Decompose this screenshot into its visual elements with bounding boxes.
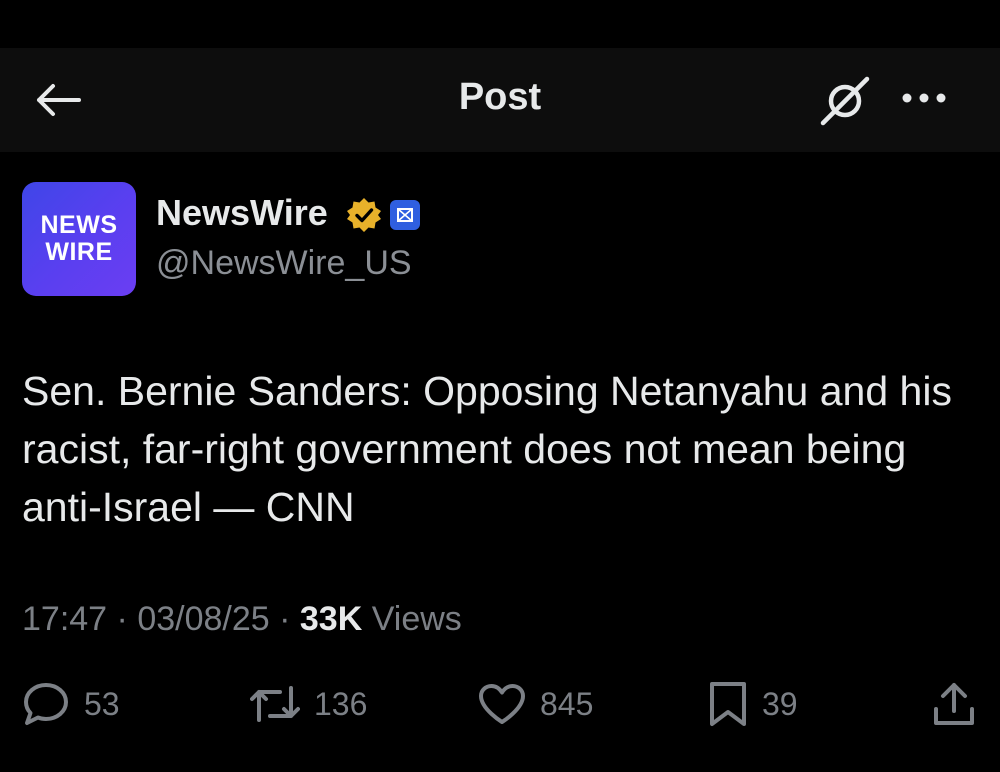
reply-icon (24, 683, 68, 725)
meta-separator: · (107, 600, 138, 638)
views-count: 33K (299, 600, 363, 638)
share-icon (934, 683, 974, 725)
more-options-button[interactable] (896, 78, 952, 118)
post-date[interactable]: 03/08/25 (137, 600, 269, 638)
post-time[interactable]: 17:47 (22, 600, 107, 638)
grok-icon (820, 76, 870, 126)
avatar-logo-line-2: WIRE (45, 238, 113, 266)
repost-button[interactable]: 136 (250, 680, 367, 728)
meta-separator: · (269, 600, 300, 638)
like-button[interactable]: 845 (478, 680, 593, 728)
reply-button[interactable]: 53 (22, 680, 120, 728)
heart-icon (479, 684, 525, 724)
repost-count: 136 (314, 685, 368, 722)
author-handle[interactable]: @NewsWire_US (156, 244, 412, 283)
post-page: Post NEWS WIRE NewsWire @NewsWire_US Sen… (0, 0, 1000, 772)
bookmark-icon (710, 682, 746, 726)
share-button[interactable] (932, 680, 976, 728)
reply-count: 53 (84, 685, 120, 722)
like-count: 845 (540, 685, 594, 722)
avatar[interactable]: NEWS WIRE (22, 182, 136, 296)
bookmark-button[interactable]: 39 (708, 680, 798, 728)
arrow-left-icon (37, 84, 81, 116)
verified-badge-icon (347, 198, 381, 232)
affiliate-logo-icon (397, 208, 413, 222)
bookmark-count: 39 (762, 685, 798, 722)
post-text: Sen. Bernie Sanders: Opposing Netanyahu … (22, 368, 952, 530)
author-display-name[interactable]: NewsWire (156, 192, 328, 234)
back-button[interactable] (30, 78, 86, 122)
post-meta: 17:47 · 03/08/25 · 33K Views (22, 600, 462, 639)
views-label: Views (362, 600, 462, 638)
repost-icon (250, 686, 300, 722)
top-bar: Post (0, 48, 1000, 152)
grok-button[interactable] (818, 72, 874, 128)
more-horizontal-icon (902, 93, 946, 103)
avatar-logo-line-1: NEWS (40, 211, 118, 239)
affiliate-badge-icon[interactable] (390, 200, 420, 230)
